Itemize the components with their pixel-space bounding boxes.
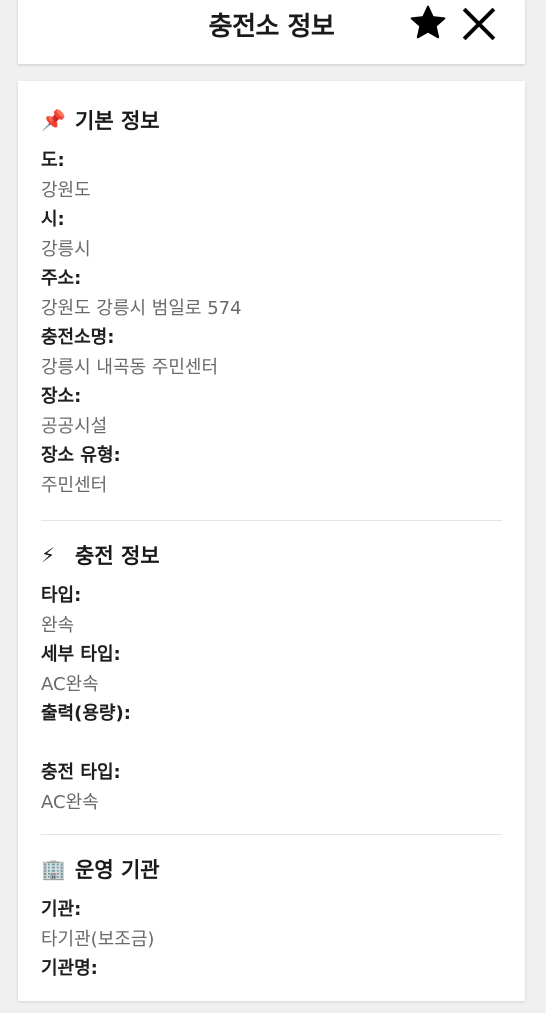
section-title: 운영 기관 (75, 858, 160, 882)
section-title: 기본 정보 (75, 109, 160, 133)
station-info-card: 📌 기본 정보 도: 강원도 시: 강릉시 주소: 강원도 강릉시 범일로 57… (18, 81, 525, 1001)
detail-type-value: AC완속 (41, 674, 99, 695)
place-label: 장소: (41, 386, 82, 407)
place-value: 공공시설 (41, 416, 108, 437)
charger-type-label: 타입: (41, 585, 82, 606)
province-value: 강원도 (41, 180, 91, 201)
output-capacity-label: 출력(용량): (41, 703, 131, 724)
operator-name-value (41, 984, 502, 1013)
detail-type-label: 세부 타입: (41, 644, 121, 665)
close-button[interactable] (460, 5, 498, 43)
section-divider (41, 520, 502, 521)
station-name-label: 충전소명: (41, 327, 115, 348)
operator-section: 🏢 운영 기관 기관: 타기관(보조금) 기관명: (41, 852, 502, 1013)
basic-info-section: 📌 기본 정보 도: 강원도 시: 강릉시 주소: 강원도 강릉시 범일로 57… (41, 103, 502, 500)
output-capacity-value (41, 729, 502, 758)
lightning-icon: ⚡ (41, 543, 56, 567)
operator-name-label: 기관명: (41, 958, 98, 979)
place-type-label: 장소 유형: (41, 445, 121, 466)
charge-type-value: AC완속 (41, 792, 99, 813)
charger-type-value: 완속 (41, 615, 75, 636)
star-icon (410, 5, 446, 39)
section-divider (41, 834, 502, 835)
section-header: ⚡ 충전 정보 (41, 538, 502, 572)
section-header: 📌 기본 정보 (41, 103, 502, 137)
section-header: 🏢 운영 기관 (41, 852, 502, 886)
address-label: 주소: (41, 268, 82, 289)
station-name-value: 강릉시 내곡동 주민센터 (41, 357, 219, 378)
section-title: 충전 정보 (75, 544, 160, 568)
header-bar: 충전소 정보 (18, 0, 525, 64)
city-value: 강릉시 (41, 239, 91, 260)
charging-info-section: ⚡ 충전 정보 타입: 완속 세부 타입: AC완속 출력(용량): 충전 타입… (41, 538, 502, 817)
place-type-value: 주민센터 (41, 475, 108, 496)
address-value: 강원도 강릉시 범일로 574 (41, 298, 242, 319)
city-label: 시: (41, 209, 65, 230)
page-title: 충전소 정보 (208, 12, 335, 42)
charge-type-label: 충전 타입: (41, 762, 121, 783)
operator-value: 타기관(보조금) (41, 929, 155, 950)
office-building-icon: 🏢 (41, 857, 66, 881)
pushpin-icon: 📌 (41, 108, 66, 132)
province-label: 도: (41, 150, 65, 171)
operator-label: 기관: (41, 899, 82, 920)
close-icon (462, 7, 496, 41)
favorite-button[interactable] (408, 3, 448, 43)
